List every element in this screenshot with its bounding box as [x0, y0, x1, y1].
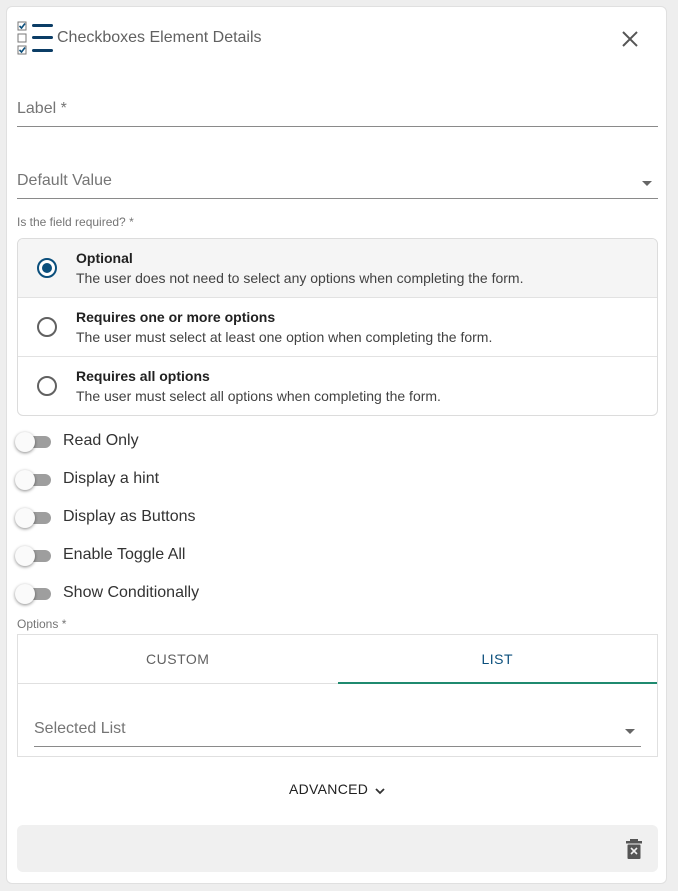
selected-list-label: Selected List [34, 720, 126, 737]
toggle-knob [15, 546, 35, 566]
toggle-knob [15, 432, 35, 452]
radio-option-title: Optional [76, 250, 133, 266]
panel-title: Checkboxes Element Details [57, 29, 262, 46]
trash-icon[interactable] [624, 838, 644, 860]
toggle-label: Enable Toggle All [63, 546, 186, 563]
tab-custom[interactable]: CUSTOM [18, 635, 338, 684]
toggle-label: Display a hint [63, 470, 160, 487]
selected-list-select[interactable]: Selected List [34, 711, 641, 747]
element-details-panel: Checkboxes Element Details Label * Defau… [6, 6, 667, 884]
checkboxes-list-icon [17, 21, 53, 55]
radio-unselected-icon [37, 376, 57, 396]
toggle-label: Show Conditionally [63, 584, 200, 601]
toggle-display-buttons[interactable]: Display as Buttons [15, 506, 415, 530]
radio-option-title: Requires one or more options [76, 309, 276, 325]
tab-list[interactable]: LIST [337, 635, 657, 684]
label-field[interactable]: Label * [17, 91, 658, 127]
panel-header: Checkboxes Element Details [17, 21, 656, 57]
close-icon[interactable] [618, 27, 642, 51]
radio-selected-icon [37, 258, 57, 278]
toggle-show-conditionally[interactable]: Show Conditionally [15, 582, 415, 606]
toggle-knob [15, 470, 35, 490]
toggle-read-only[interactable]: Read Only [15, 430, 415, 454]
radio-option-optional[interactable]: Optional The user does not need to selec… [18, 239, 657, 298]
required-label: Is the field required? * [17, 215, 134, 229]
options-label: Options * [17, 617, 67, 631]
radio-option-description: The user must select all options when co… [76, 388, 441, 404]
required-radio-group: Optional The user does not need to selec… [17, 238, 658, 416]
toggle-label: Display as Buttons [63, 508, 196, 525]
label-field-label: Label * [17, 100, 67, 117]
radio-option-description: The user must select at least one option… [76, 329, 493, 345]
options-tabs: CUSTOM LIST [18, 635, 657, 684]
dropdown-arrow-icon [642, 181, 652, 186]
options-panel: CUSTOM LIST Selected List [17, 634, 658, 757]
radio-option-requires-one[interactable]: Requires one or more options The user mu… [18, 298, 657, 357]
advanced-toggle-button[interactable]: ADVANCED [289, 781, 385, 801]
radio-unselected-icon [37, 317, 57, 337]
dropdown-arrow-icon [625, 729, 635, 734]
toggle-label: Read Only [63, 432, 139, 449]
advanced-label: ADVANCED [289, 781, 369, 797]
panel-footer [17, 825, 658, 872]
default-value-select[interactable]: Default Value [17, 163, 658, 199]
toggle-knob [15, 508, 35, 528]
default-value-label: Default Value [17, 172, 112, 189]
toggle-display-hint[interactable]: Display a hint [15, 468, 415, 492]
toggle-enable-toggle-all[interactable]: Enable Toggle All [15, 544, 415, 568]
radio-option-description: The user does not need to select any opt… [76, 270, 524, 286]
toggle-knob [15, 584, 35, 604]
radio-option-title: Requires all options [76, 368, 210, 384]
radio-option-requires-all[interactable]: Requires all options The user must selec… [18, 357, 657, 415]
chevron-down-icon [375, 788, 385, 795]
